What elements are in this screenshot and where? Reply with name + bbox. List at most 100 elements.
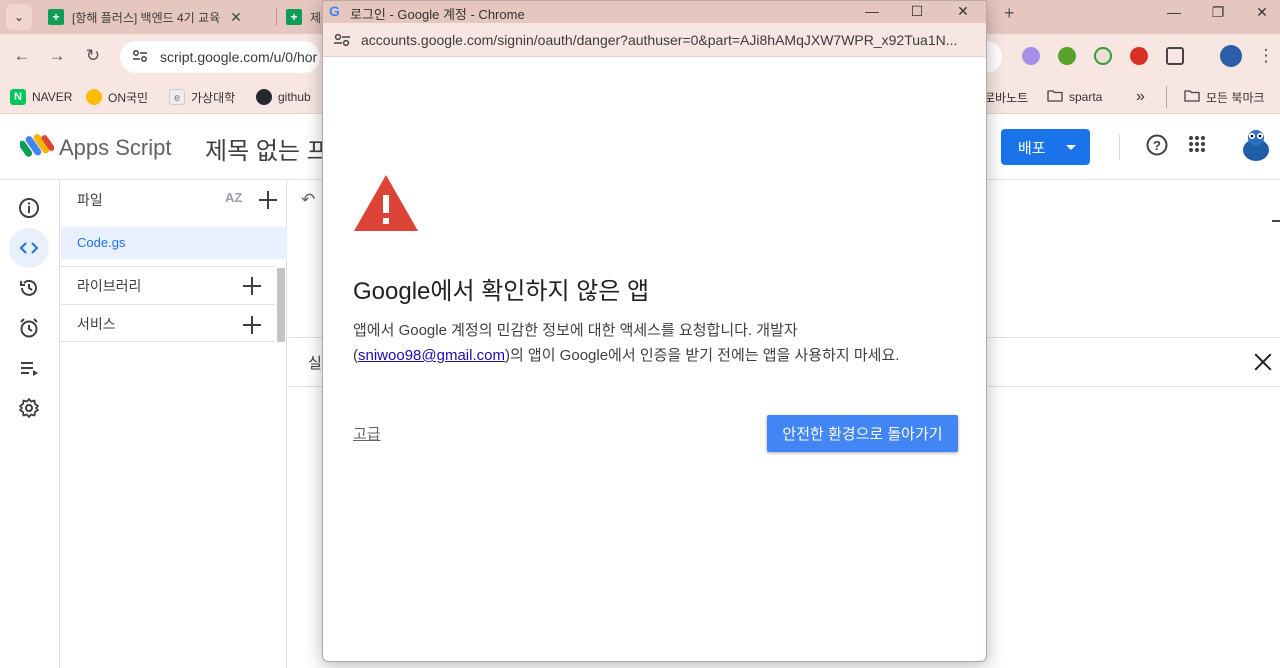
more-vert-icon[interactable]: ⋮ bbox=[1254, 44, 1278, 68]
cyber-univ-icon: e bbox=[169, 89, 185, 105]
warning-message-rest: )의 앱이 Google에서 인증을 받기 전에는 앱을 사용하지 마세요. bbox=[504, 347, 900, 364]
github-icon bbox=[256, 89, 272, 105]
overview-info-icon[interactable] bbox=[9, 188, 49, 228]
close-icon[interactable] bbox=[1252, 351, 1274, 373]
minimize-icon[interactable]: — bbox=[1160, 4, 1188, 20]
tab-title: 제 bbox=[310, 10, 322, 25]
bookmark-notes[interactable]: 로바노트 bbox=[984, 86, 1028, 108]
bookmark-onkb[interactable]: ON국민 bbox=[86, 86, 148, 108]
chevron-down-icon: ⌄ bbox=[13, 10, 25, 24]
left-nav-rail bbox=[0, 180, 60, 668]
back-arrow-icon[interactable]: ← bbox=[10, 44, 34, 68]
files-scrollbar[interactable] bbox=[277, 268, 285, 342]
bookmark-cyber-univ[interactable]: e 가상대학 bbox=[169, 86, 235, 108]
project-title[interactable]: 제목 없는 프 bbox=[205, 131, 329, 166]
puzzle-icon[interactable] bbox=[1166, 47, 1184, 65]
warning-message-line2: (sniwoo98@gmail.com)의 앱이 Google에서 인증을 받기… bbox=[353, 343, 953, 368]
services-label: 서비스 bbox=[77, 316, 116, 332]
warning-triangle-icon bbox=[354, 175, 418, 231]
extension-plus-icon[interactable] bbox=[1058, 47, 1076, 65]
execution-log-label: 실 bbox=[308, 355, 322, 372]
bookmarks-overflow-button[interactable]: » bbox=[1136, 86, 1145, 108]
google-g-icon: G bbox=[329, 3, 340, 19]
add-file-plus-icon[interactable] bbox=[258, 190, 278, 210]
bookmark-label: 모든 북마크 bbox=[1206, 90, 1265, 105]
warning-message-line1: 앱에서 Google 계정의 민감한 정보에 대한 액세스를 요청합니다. 개발… bbox=[353, 322, 798, 339]
tab-title: [항해 플러스] 백엔드 4기 교육 bbox=[72, 10, 221, 25]
sheets-favicon-icon: + bbox=[286, 9, 302, 25]
popup-window-title: 로그인 - Google 계정 - Chrome bbox=[350, 7, 525, 22]
extension-icon[interactable] bbox=[1094, 47, 1112, 65]
deploy-label: 배포 bbox=[1018, 139, 1046, 157]
maximize-icon[interactable]: ☐ bbox=[905, 1, 929, 21]
onkb-icon bbox=[86, 89, 102, 105]
warning-message: 앱에서 Google 계정의 민감한 정보에 대한 액세스를 요청합니다. 개발… bbox=[353, 318, 953, 368]
popup-url-bar[interactable]: accounts.google.com/signin/oauth/danger?… bbox=[323, 23, 986, 57]
add-service-plus-icon[interactable] bbox=[242, 315, 262, 335]
account-avatar[interactable] bbox=[1240, 128, 1272, 162]
browser-tab-hanghae[interactable]: + [항해 플러스] 백엔드 4기 교육 ✕ bbox=[48, 0, 270, 34]
adblock-icon[interactable] bbox=[1130, 47, 1148, 65]
address-text: script.google.com/u/0/hor bbox=[160, 49, 318, 65]
address-bar[interactable]: script.google.com/u/0/hor bbox=[120, 41, 320, 73]
bookmark-label: sparta bbox=[1069, 90, 1103, 104]
site-info-icon[interactable] bbox=[333, 32, 351, 48]
sort-az-icon[interactable]: AZ bbox=[225, 190, 242, 205]
bookmark-folder-sparta[interactable]: sparta bbox=[1047, 86, 1102, 108]
editor-code-icon[interactable] bbox=[9, 228, 49, 268]
close-window-icon[interactable]: ✕ bbox=[1248, 4, 1276, 21]
bookmark-all-bookmarks[interactable]: 모든 북마크 bbox=[1184, 86, 1265, 108]
editor-edge-mark bbox=[1272, 220, 1280, 222]
bookmark-github[interactable]: github bbox=[256, 86, 311, 108]
help-icon[interactable]: ? bbox=[1144, 134, 1170, 160]
chevron-down-icon bbox=[1066, 145, 1076, 150]
tab-search-button[interactable]: ⌄ bbox=[6, 4, 32, 30]
bookmark-label: 가상대학 bbox=[191, 90, 236, 105]
add-library-plus-icon[interactable] bbox=[242, 276, 262, 296]
new-tab-button[interactable]: + bbox=[1004, 3, 1024, 24]
bookmark-label: github bbox=[278, 90, 311, 104]
minimize-icon[interactable]: — bbox=[860, 1, 884, 21]
folder-icon bbox=[1184, 89, 1200, 105]
triggers-alarm-icon[interactable] bbox=[9, 308, 49, 348]
folder-icon bbox=[1047, 89, 1063, 105]
forward-arrow-icon[interactable]: → bbox=[45, 44, 69, 68]
tab-divider bbox=[276, 8, 277, 26]
browser-tab-apps-script[interactable]: + 제 bbox=[286, 0, 322, 34]
executions-list-icon[interactable] bbox=[9, 348, 49, 388]
site-info-icon[interactable] bbox=[132, 49, 148, 66]
bookmark-divider bbox=[1166, 86, 1167, 108]
back-to-safety-button[interactable]: 안전한 환경으로 돌아가기 bbox=[767, 415, 958, 452]
undo-icon[interactable]: ↶ bbox=[301, 190, 315, 210]
files-heading: 파일 bbox=[77, 192, 103, 208]
libraries-label: 라이브러리 bbox=[77, 278, 142, 294]
developer-email-link[interactable]: sniwoo98@gmail.com bbox=[358, 347, 505, 364]
history-icon[interactable] bbox=[9, 268, 49, 308]
product-name[interactable]: Apps Script bbox=[59, 135, 172, 161]
popup-url-text: accounts.google.com/signin/oauth/danger?… bbox=[361, 32, 958, 48]
deploy-button[interactable]: 배포 bbox=[1001, 129, 1090, 165]
bookmark-label: ON국민 bbox=[108, 90, 149, 105]
bookmark-label: 로바노트 bbox=[984, 90, 1029, 105]
files-panel: 파일 AZ Code.gs 라이브러리 서비스 bbox=[61, 180, 287, 668]
close-icon[interactable]: ✕ bbox=[230, 9, 242, 26]
file-item-code-gs[interactable]: Code.gs bbox=[61, 227, 287, 259]
svg-text:?: ? bbox=[1153, 138, 1161, 153]
header-divider bbox=[1119, 134, 1120, 160]
bookmark-label: NAVER bbox=[32, 90, 73, 104]
popup-title-bar: G 로그인 - Google 계정 - Chrome — ☐ ✕ bbox=[323, 1, 986, 23]
unverified-app-heading: Google에서 확인하지 않은 앱 bbox=[353, 278, 650, 305]
settings-gear-icon[interactable] bbox=[9, 388, 49, 428]
close-window-icon[interactable]: ✕ bbox=[951, 1, 975, 21]
sheets-favicon-icon: + bbox=[48, 9, 64, 25]
reload-icon[interactable]: ↻ bbox=[81, 44, 105, 68]
bookmark-naver[interactable]: N NAVER bbox=[10, 86, 72, 108]
google-signin-popup: G 로그인 - Google 계정 - Chrome — ☐ ✕ account… bbox=[322, 0, 987, 662]
extension-icon[interactable] bbox=[1022, 47, 1040, 65]
apps-grid-icon[interactable] bbox=[1184, 134, 1210, 160]
restore-icon[interactable]: ❐ bbox=[1204, 4, 1232, 21]
advanced-link[interactable]: 고급 bbox=[353, 423, 381, 444]
profile-avatar[interactable] bbox=[1220, 45, 1242, 67]
naver-icon: N bbox=[10, 89, 26, 105]
apps-script-logo-icon[interactable] bbox=[20, 132, 54, 160]
